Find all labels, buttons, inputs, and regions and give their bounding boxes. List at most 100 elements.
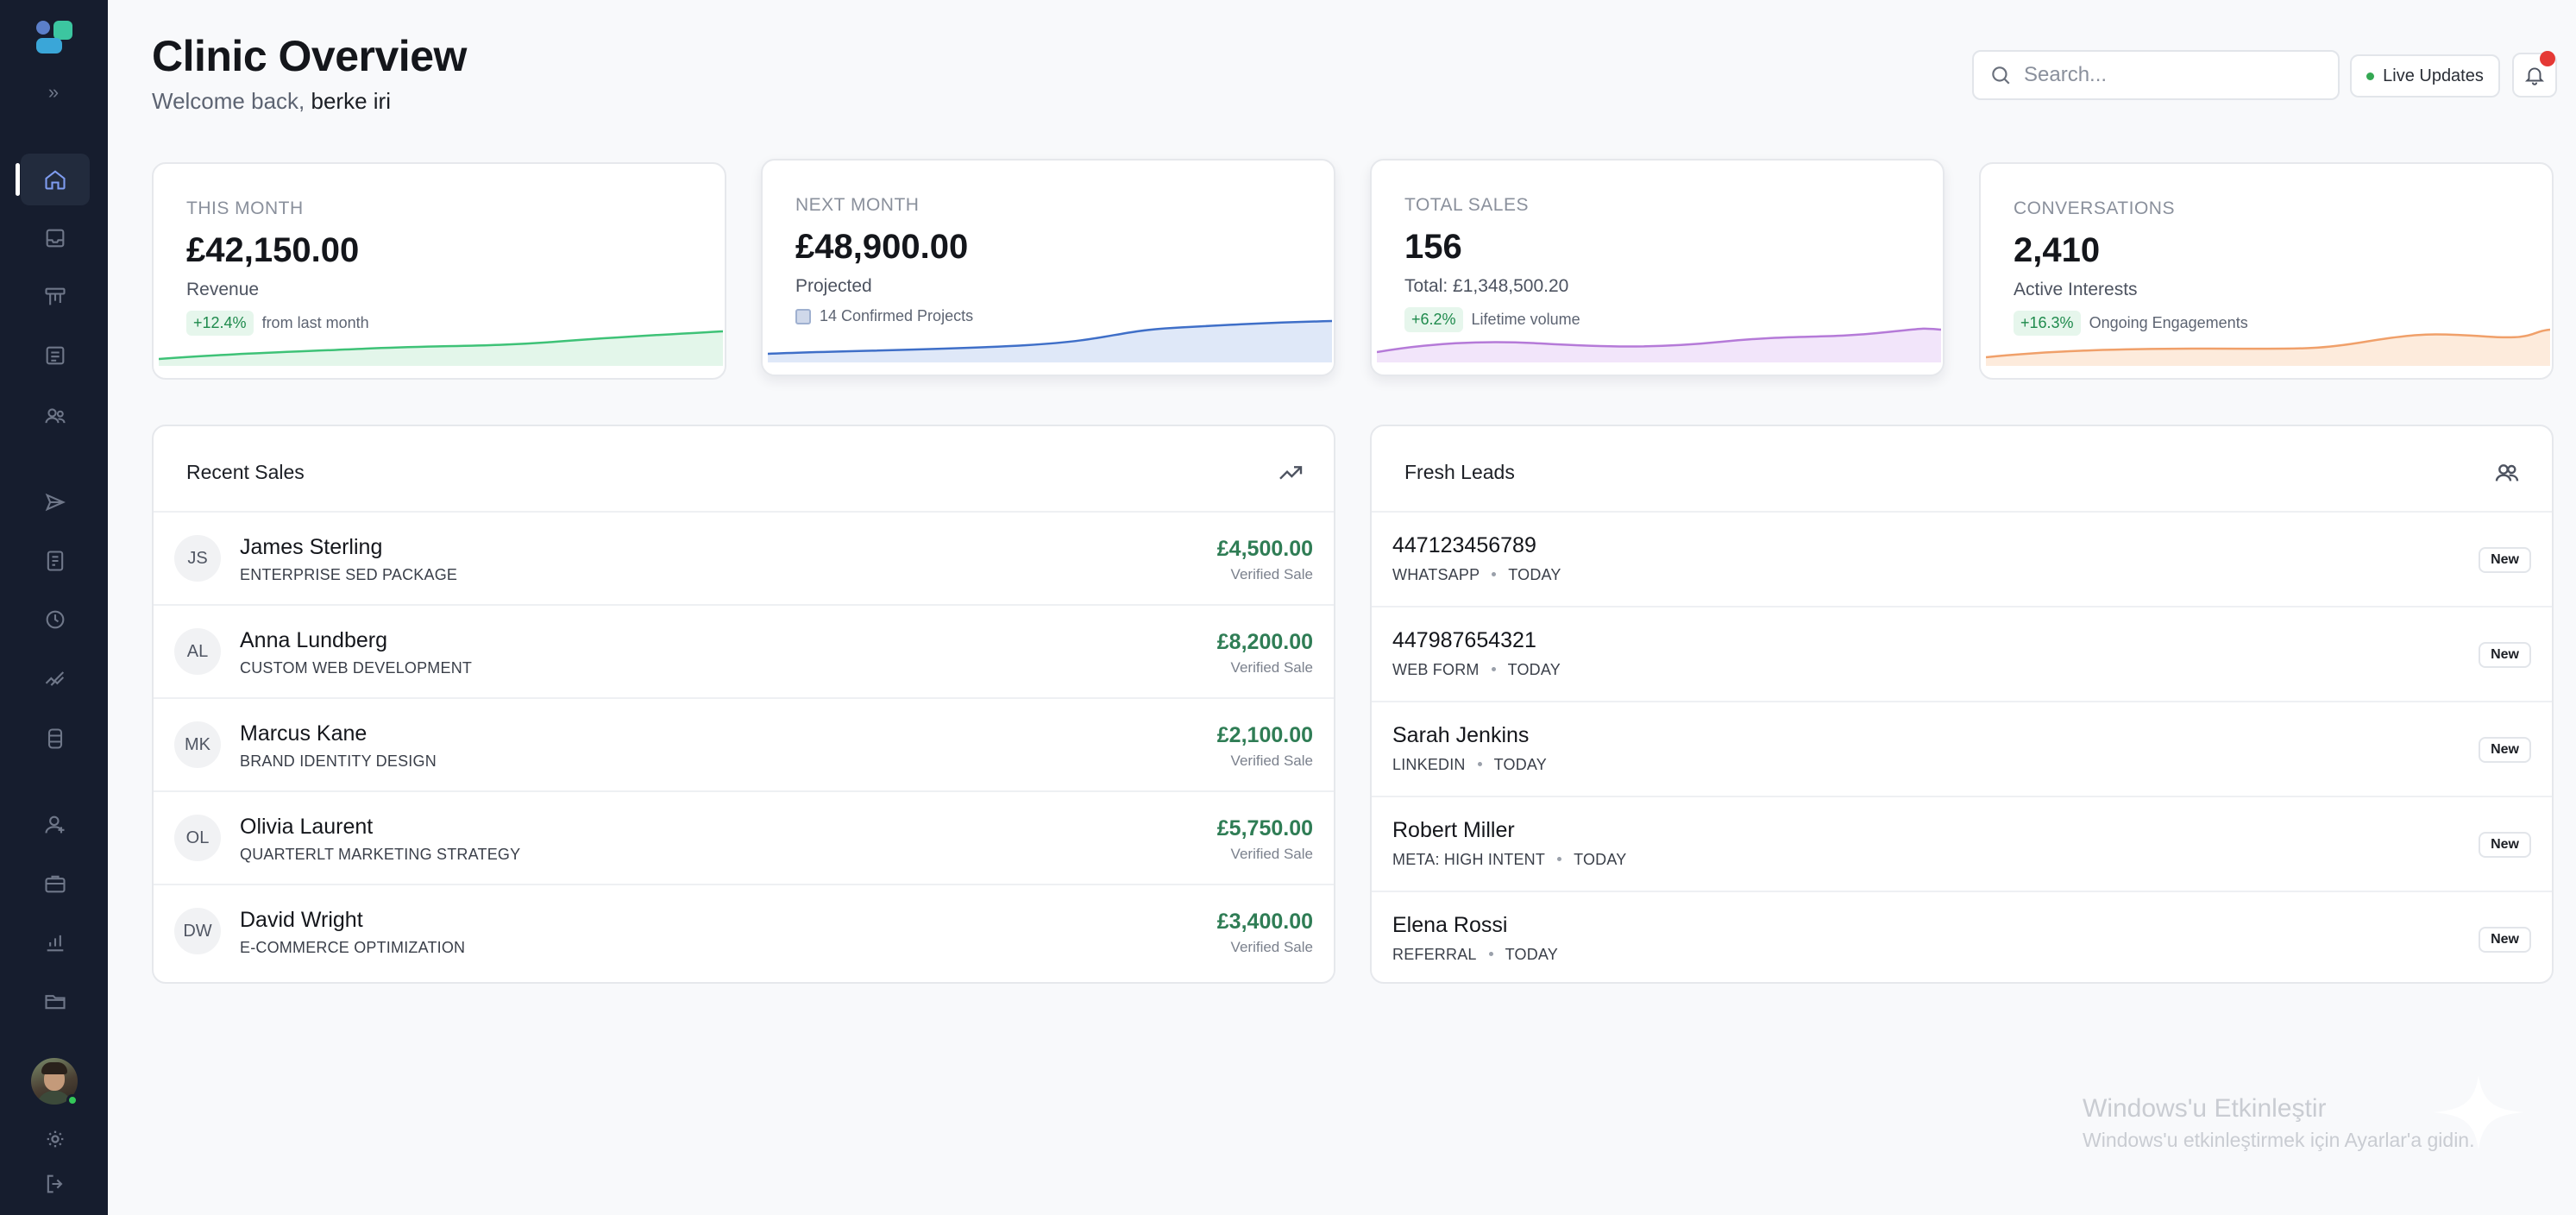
invoice-icon <box>47 551 64 571</box>
customer-name: David Wright <box>240 908 363 932</box>
sale-amount: £8,200.00 <box>1216 630 1313 654</box>
stat-value: £48,900.00 <box>795 228 969 266</box>
customer-avatar: MK <box>174 721 221 768</box>
sale-row[interactable]: DW David Wright E-COMMERCE OPTIMIZATION … <box>154 885 1334 979</box>
sale-status: Verified Sale <box>1230 659 1313 676</box>
lead-name: Robert Miller <box>1392 818 1515 842</box>
stat-card-total-sales[interactable]: TOTAL SALES 156 Total: £1,348,500.20 +6.… <box>1370 159 1945 376</box>
activation-watermark-text: Windows'u etkinleştirmek için Ayarlar'a … <box>2083 1129 2475 1151</box>
sidebar-item-home[interactable] <box>21 154 90 205</box>
logout-icon <box>47 1174 63 1193</box>
lead-name: 447123456789 <box>1392 533 1536 557</box>
sidebar-item-inbox[interactable] <box>21 212 90 264</box>
page-title: Clinic Overview <box>152 32 467 80</box>
sidebar-item-analytics[interactable] <box>21 652 90 704</box>
sidebar-item-reports[interactable] <box>21 916 90 968</box>
lead-row[interactable]: Elena Rossi REFERRAL TODAY New <box>1372 892 2552 982</box>
sale-row[interactable]: OL Olivia Laurent QUARTERLT MARKETING ST… <box>154 792 1334 885</box>
sparkline-conversations <box>1986 328 2550 366</box>
sidebar-item-files[interactable] <box>21 975 90 1027</box>
sale-amount: £4,500.00 <box>1216 537 1313 561</box>
stat-sub: Active Interests <box>2014 280 2138 299</box>
folder-icon <box>45 995 66 1010</box>
stat-value: £42,150.00 <box>186 231 360 269</box>
kanban-icon <box>45 287 66 305</box>
live-updates-button[interactable]: Live Updates <box>2350 54 2500 98</box>
lead-row[interactable]: 447987654321 WEB FORM TODAY New <box>1372 608 2552 702</box>
stat-card-this-month[interactable]: THIS MONTH £42,150.00 Revenue +12.4% fro… <box>152 162 726 380</box>
lead-name: Elena Rossi <box>1392 913 1508 937</box>
user-icon <box>45 815 65 834</box>
trending-up-icon[interactable] <box>1277 459 1304 487</box>
notification-badge <box>2540 51 2555 66</box>
sidebar-item-invoices[interactable] <box>21 535 90 587</box>
trend-check-icon <box>45 671 65 686</box>
logout-button[interactable] <box>21 1160 90 1208</box>
sidebar-item-send[interactable] <box>21 476 90 528</box>
activation-watermark-title: Windows'u Etkinleştir <box>2083 1094 2327 1123</box>
stat-label: TOTAL SALES <box>1404 195 1529 215</box>
sale-row[interactable]: JS James Sterling ENTERPRISE SED PACKAGE… <box>154 513 1334 606</box>
sidebar-item-projects[interactable] <box>21 858 90 910</box>
sale-amount: £5,750.00 <box>1216 816 1313 840</box>
customer-avatar: JS <box>174 535 221 582</box>
lead-source: WEB FORM TODAY <box>1392 661 1561 678</box>
lead-row[interactable]: Sarah Jenkins LINKEDIN TODAY New <box>1372 702 2552 797</box>
lead-name: Sarah Jenkins <box>1392 723 1530 747</box>
new-badge: New <box>2479 547 2531 573</box>
search-input[interactable] <box>2024 63 2317 87</box>
new-badge: New <box>2479 832 2531 858</box>
sparkline-revenue <box>159 330 723 366</box>
gear-icon <box>47 1130 64 1148</box>
user-name: berke iri <box>311 88 391 114</box>
lead-source: META: HIGH INTENT TODAY <box>1392 851 1627 868</box>
sidebar-item-calendar[interactable] <box>21 330 90 381</box>
sale-amount: £3,400.00 <box>1216 910 1313 934</box>
sale-status: Verified Sale <box>1230 939 1313 955</box>
search-box[interactable] <box>1972 50 2340 100</box>
recent-sales-title: Recent Sales <box>186 461 305 483</box>
inbox-icon <box>46 229 65 248</box>
send-icon <box>45 493 66 512</box>
new-badge: New <box>2479 737 2531 763</box>
sale-description: CUSTOM WEB DEVELOPMENT <box>240 659 473 677</box>
home-icon <box>45 170 66 190</box>
calendar-grid-icon <box>46 346 65 365</box>
stat-sub: Total: £1,348,500.20 <box>1404 276 1569 296</box>
lead-name: 447987654321 <box>1392 628 1536 652</box>
stat-card-next-month[interactable]: NEXT MONTH £48,900.00 Projected 14 Confi… <box>761 159 1335 376</box>
sidebar-item-kanban[interactable] <box>21 271 90 323</box>
sidebar-item-profile[interactable] <box>21 799 90 851</box>
sale-row[interactable]: MK Marcus Kane BRAND IDENTITY DESIGN £2,… <box>154 699 1334 792</box>
lead-row[interactable]: Robert Miller META: HIGH INTENT TODAY New <box>1372 797 2552 892</box>
lead-row[interactable]: 447123456789 WHATSAPP TODAY New <box>1372 513 2552 608</box>
customer-name: Anna Lundberg <box>240 628 387 652</box>
lead-source: WHATSAPP TODAY <box>1392 566 1561 583</box>
fresh-leads-title: Fresh Leads <box>1404 461 1515 483</box>
welcome-message: Welcome back, berke iri <box>152 88 391 114</box>
customer-avatar: AL <box>174 628 221 675</box>
expand-sidebar-icon[interactable]: » <box>42 81 65 104</box>
stat-label: CONVERSATIONS <box>2014 198 2175 218</box>
active-indicator <box>16 163 20 196</box>
stat-sub: Projected <box>795 276 872 296</box>
sale-row[interactable]: AL Anna Lundberg CUSTOM WEB DEVELOPMENT … <box>154 606 1334 699</box>
users-icon[interactable] <box>2493 459 2521 487</box>
sidebar-item-users[interactable] <box>21 390 90 442</box>
sidebar-item-history[interactable] <box>21 594 90 645</box>
clock-icon <box>46 610 65 629</box>
stat-value: 156 <box>1404 228 1462 266</box>
stat-value: 2,410 <box>2014 231 2101 269</box>
sidebar-item-database[interactable] <box>21 713 90 765</box>
settings-button[interactable] <box>21 1115 90 1163</box>
sale-status: Verified Sale <box>1230 566 1313 582</box>
database-icon <box>47 728 63 749</box>
sale-status: Verified Sale <box>1230 846 1313 862</box>
stat-card-conversations[interactable]: CONVERSATIONS 2,410 Active Interests +16… <box>1979 162 2554 380</box>
sparkline-projected <box>768 319 1332 362</box>
search-icon <box>1992 66 2010 85</box>
stat-label: THIS MONTH <box>186 198 304 218</box>
stat-sub: Revenue <box>186 280 260 299</box>
sale-description: ENTERPRISE SED PACKAGE <box>240 566 458 583</box>
app-logo-icon[interactable] <box>35 19 74 55</box>
